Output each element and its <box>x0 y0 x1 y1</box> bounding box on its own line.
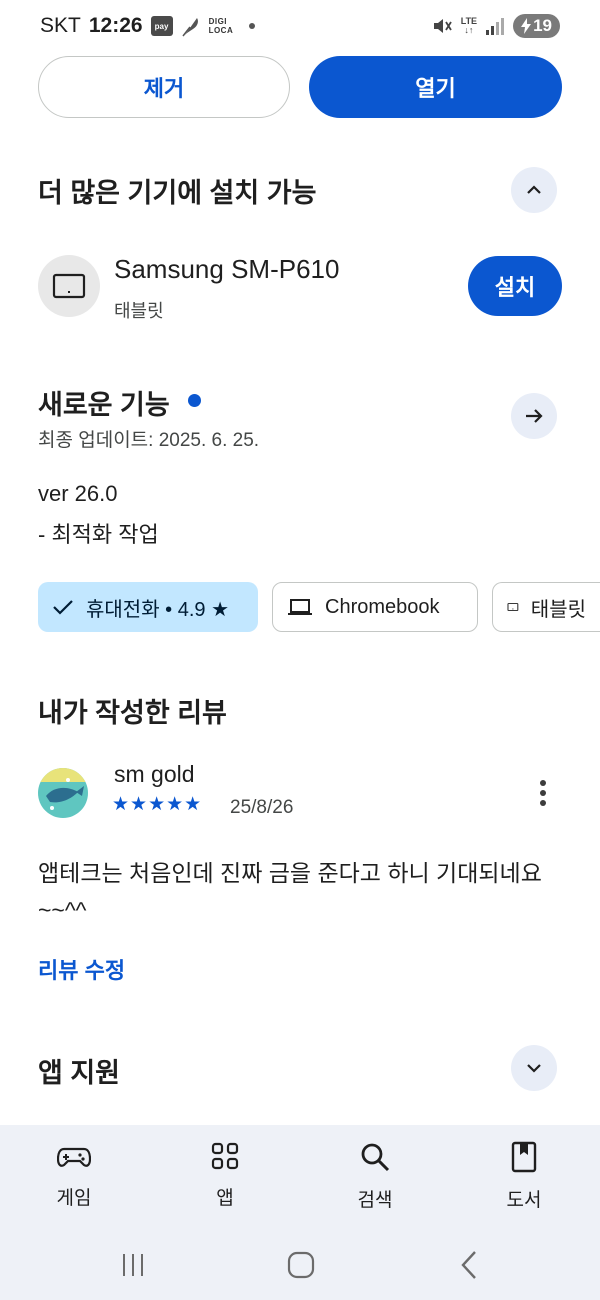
nav-games-label: 게임 <box>56 1188 92 1209</box>
laptop-icon <box>288 599 312 615</box>
avatar-image <box>38 768 88 818</box>
more-devices-title: 더 많은 기기에 설치 가능 <box>38 178 317 208</box>
chip-phone[interactable]: 휴대전화 • 4.9 ★ <box>38 582 258 632</box>
lte-icon: LTE ↓↑ <box>460 16 478 35</box>
whats-new-title: 새로운 기능 <box>38 390 170 420</box>
nav-search-label: 검색 <box>357 1190 393 1211</box>
digilocca-icon: DIGI LOCA <box>208 17 234 35</box>
avatar <box>38 768 88 818</box>
battery-level: 19 <box>533 16 552 35</box>
chevron-up-icon <box>527 185 541 194</box>
chip-tablet[interactable]: 태블릿 <box>492 582 600 632</box>
chip-chromebook-label: Chromebook <box>325 595 440 618</box>
charging-bolt-icon <box>521 18 532 34</box>
recent-apps-button[interactable] <box>108 1240 158 1290</box>
gamepad-icon <box>57 1147 91 1167</box>
status-bar: SKT 12:26 pay DIGI LOCA LTE ↓↑ 19 <box>0 0 600 52</box>
notification-dot-icon <box>248 23 255 29</box>
more-vert-icon <box>540 780 546 786</box>
new-indicator-dot <box>188 394 201 407</box>
home-button[interactable] <box>276 1240 326 1290</box>
chip-chromebook[interactable]: Chromebook <box>272 582 478 632</box>
chip-phone-label: 휴대전화 • 4.9 ★ <box>86 598 230 621</box>
review-text: 앱테크는 처음인데 진짜 금을 준다고 하니 기대되네요~~^^ <box>38 860 542 923</box>
chip-tablet-label: 태블릿 <box>530 598 586 621</box>
device-avatar <box>38 255 100 317</box>
apps-grid-icon <box>211 1142 239 1170</box>
reviewer-name: sm gold <box>114 761 195 787</box>
arrow-right-icon <box>526 409 543 423</box>
carrier-label: SKT <box>40 14 81 37</box>
nav-games[interactable]: 게임 <box>24 1141 124 1210</box>
changelog-text: - 최적화 작업 <box>38 522 159 547</box>
install-button[interactable]: 설치 <box>468 256 562 316</box>
whats-new-arrow-button[interactable] <box>511 393 557 439</box>
remove-button[interactable]: 제거 <box>38 56 290 118</box>
edit-review-link[interactable]: 리뷰 수정 <box>38 953 125 985</box>
back-button[interactable] <box>444 1240 494 1290</box>
recents-icon <box>123 1254 143 1276</box>
signal-icon <box>486 18 505 35</box>
collapse-button[interactable] <box>511 167 557 213</box>
star-rating: ★★★★★ <box>112 794 203 815</box>
last-updated: 최종 업데이트: 2025. 6. 25. <box>38 430 260 451</box>
pay-icon: pay <box>150 16 173 36</box>
device-type: 태블릿 <box>114 301 164 321</box>
feather-icon <box>181 18 198 37</box>
clock: 12:26 <box>88 14 143 37</box>
back-chevron-icon <box>461 1251 476 1279</box>
nav-apps-label: 앱 <box>216 1188 234 1209</box>
nav-apps[interactable]: 앱 <box>175 1141 275 1210</box>
search-icon <box>361 1143 390 1172</box>
my-review-title: 내가 작성한 리뷰 <box>38 698 227 728</box>
chevron-down-icon <box>527 1064 541 1073</box>
version-text: ver 26.0 <box>38 481 118 506</box>
tablet-icon <box>507 603 519 611</box>
open-button[interactable]: 열기 <box>309 56 562 118</box>
nav-books[interactable]: 도서 <box>474 1141 574 1212</box>
nav-books-label: 도서 <box>506 1190 542 1211</box>
lte-label: LTE <box>460 16 478 26</box>
book-icon <box>511 1141 537 1173</box>
nav-search[interactable]: 검색 <box>325 1141 425 1212</box>
expand-app-support-button[interactable] <box>511 1045 557 1091</box>
device-name: Samsung SM-P610 <box>114 254 340 284</box>
home-icon <box>287 1251 315 1279</box>
review-date: 25/8/26 <box>230 797 294 818</box>
tablet-icon <box>52 273 86 299</box>
more-options-button[interactable] <box>530 778 556 808</box>
check-icon <box>53 600 73 615</box>
mute-icon <box>433 19 452 33</box>
app-support-title: 앱 지원 <box>38 1058 121 1088</box>
battery-indicator: 19 <box>513 14 560 38</box>
